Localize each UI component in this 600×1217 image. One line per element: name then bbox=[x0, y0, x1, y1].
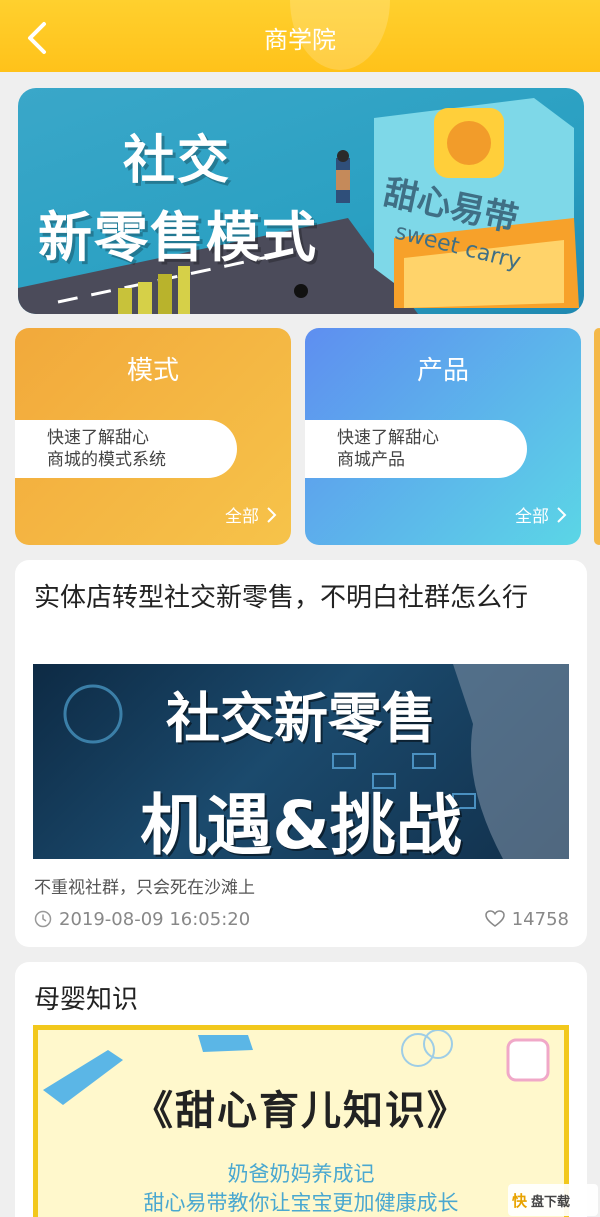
article-summary: 不重视社群，只会死在沙滩上 bbox=[34, 878, 255, 898]
clock-icon bbox=[34, 910, 52, 928]
view-all-label: 全部 bbox=[515, 507, 549, 527]
category-name: 产品 bbox=[416, 356, 469, 386]
like-button[interactable]: 14758 bbox=[484, 908, 569, 930]
promo-banner[interactable]: 社交 新零售模式 甜心易带 sweet carry bbox=[18, 88, 584, 314]
category-desc-line1: 快速了解甜心 bbox=[47, 428, 149, 448]
category-desc-line2: 商城产品 bbox=[337, 450, 405, 470]
image-subheadline: 机遇&挑战 bbox=[140, 787, 462, 859]
page-title: 商学院 bbox=[264, 26, 336, 54]
chevron-right-icon bbox=[557, 506, 567, 523]
view-all-label: 全部 bbox=[225, 507, 259, 527]
category-desc-line1: 快速了解甜心 bbox=[337, 428, 439, 448]
category-card-mode[interactable]: 模式 快速了解甜心 商城的模式系统 全部 bbox=[15, 328, 291, 545]
view-all-link[interactable]: 全部 bbox=[515, 502, 567, 527]
category-desc: 快速了解甜心 商城产品 bbox=[305, 420, 527, 478]
storefront-illustration: 甜心易带 sweet carry bbox=[374, 98, 579, 308]
article-meta: 2019-08-09 16:05:20 14758 bbox=[34, 907, 569, 931]
banner-title-line1: 社交 bbox=[123, 131, 232, 191]
view-all-link[interactable]: 全部 bbox=[225, 502, 277, 527]
article-image: 《甜心育儿知识》 奶爸奶妈养成记 甜心易带教你让宝宝更加健康成长 bbox=[33, 1025, 569, 1217]
category-desc-line2: 商城的模式系统 bbox=[47, 450, 166, 470]
app-header: 商学院 bbox=[0, 0, 600, 72]
like-count: 14758 bbox=[511, 908, 569, 930]
article-title: 母婴知识 bbox=[34, 985, 139, 1015]
article-card[interactable]: 母婴知识 《甜心育儿知识》 奶爸奶妈养成记 甜心易带教你让宝宝更加健康成长 bbox=[15, 962, 587, 1217]
category-card-next-peek[interactable] bbox=[594, 328, 600, 545]
article-time-text: 2019-08-09 16:05:20 bbox=[59, 908, 251, 930]
category-name: 模式 bbox=[126, 356, 179, 386]
article-title: 实体店转型社交新零售，不明白社群怎么行 bbox=[34, 583, 529, 613]
image-title: 《甜心育儿知识》 bbox=[133, 1087, 469, 1134]
image-headline: 社交新零售 bbox=[166, 687, 436, 750]
article-card[interactable]: 实体店转型社交新零售，不明白社群怎么行 社交新零售 机遇&挑战 不重视社群，只会… bbox=[15, 560, 587, 947]
chevron-right-icon bbox=[267, 506, 277, 523]
image-subtitle-1: 奶爸奶妈养成记 bbox=[227, 1162, 375, 1186]
article-time: 2019-08-09 16:05:20 bbox=[34, 909, 250, 930]
heart-icon bbox=[484, 910, 505, 927]
watermark-logo: 快 盘下载 bbox=[508, 1184, 598, 1216]
article-image: 社交新零售 机遇&挑战 bbox=[33, 664, 569, 859]
image-subtitle-2: 甜心易带教你让宝宝更加健康成长 bbox=[143, 1191, 459, 1215]
watermark-text: 盘下载 bbox=[531, 1194, 571, 1210]
banner-title-line2: 新零售模式 bbox=[38, 206, 318, 269]
watermark-mark: 快 bbox=[512, 1191, 528, 1210]
category-desc: 快速了解甜心 商城的模式系统 bbox=[15, 420, 237, 478]
category-card-product[interactable]: 产品 快速了解甜心 商城产品 全部 bbox=[305, 328, 581, 545]
carousel-indicator[interactable] bbox=[294, 284, 308, 298]
